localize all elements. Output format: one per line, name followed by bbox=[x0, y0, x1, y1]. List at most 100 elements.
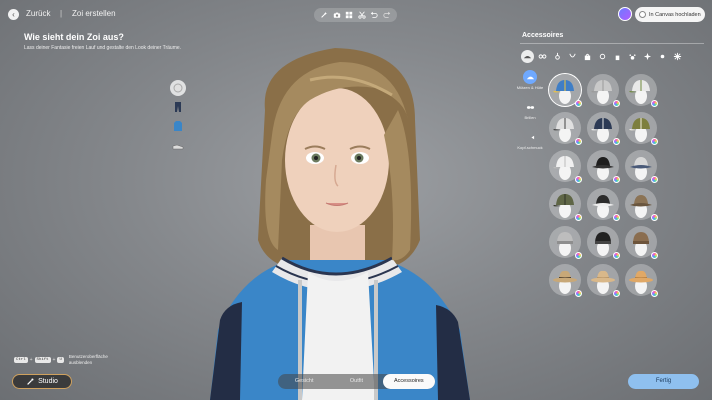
redo-icon[interactable] bbox=[381, 10, 392, 21]
accessory-item-green-white-cap[interactable] bbox=[625, 74, 658, 107]
key-ctrl: Ctrl bbox=[14, 357, 28, 363]
snowflake-icon bbox=[673, 52, 682, 61]
accessory-item-beige-bucket-hat[interactable] bbox=[625, 188, 658, 221]
hat-icon bbox=[523, 70, 537, 84]
category-torso[interactable] bbox=[170, 118, 186, 134]
color-variant-icon[interactable] bbox=[651, 138, 658, 145]
top-bar: ‹ Zurück | Zoi erstellen In Canvas hochl… bbox=[0, 0, 712, 30]
category-feet[interactable] bbox=[170, 137, 186, 153]
accessory-item-check-bucket-hat[interactable] bbox=[625, 150, 658, 183]
color-variant-icon[interactable] bbox=[575, 290, 582, 297]
color-variant-icon[interactable] bbox=[613, 290, 620, 297]
plus-sign: + bbox=[52, 357, 56, 363]
subtab-hats[interactable] bbox=[521, 50, 534, 63]
color-variant-icon[interactable] bbox=[651, 100, 658, 107]
brush-icon bbox=[27, 378, 34, 385]
color-variant-icon[interactable] bbox=[613, 138, 620, 145]
color-variant-icon[interactable] bbox=[651, 252, 658, 259]
sun-icon bbox=[660, 54, 665, 59]
color-variant-icon[interactable] bbox=[651, 214, 658, 221]
edit-toolbar bbox=[314, 8, 397, 22]
side-item-label: Kopf-schmuck bbox=[517, 145, 543, 150]
subtab-wrist[interactable] bbox=[596, 50, 609, 63]
studio-label: Studio bbox=[38, 378, 58, 385]
subtab-pets[interactable] bbox=[626, 50, 639, 63]
accessory-item-grey-cap[interactable] bbox=[587, 74, 620, 107]
earring-icon bbox=[555, 52, 560, 60]
subtab-earrings[interactable] bbox=[551, 50, 564, 63]
color-variant-icon[interactable] bbox=[651, 176, 658, 183]
accessory-subtabs bbox=[521, 50, 705, 64]
accessory-item-navy-cap[interactable] bbox=[587, 112, 620, 145]
wand-icon[interactable] bbox=[319, 10, 330, 21]
back-arrow-icon[interactable]: ‹ bbox=[8, 9, 19, 20]
studio-button[interactable]: Studio bbox=[12, 374, 72, 389]
subtab-bags[interactable] bbox=[581, 50, 594, 63]
undo-icon[interactable] bbox=[369, 10, 380, 21]
keyboard-shortcut-hint: Ctrl + Shift + U Benutzeroberfläche ausb… bbox=[14, 354, 109, 366]
user-avatar[interactable] bbox=[618, 7, 632, 21]
accessory-item-camo-cap[interactable] bbox=[549, 188, 582, 221]
glove-icon bbox=[615, 55, 620, 61]
shoe-icon bbox=[172, 144, 184, 150]
breadcrumb: Zoi erstellen bbox=[72, 9, 116, 18]
accessory-item-light-cap[interactable] bbox=[549, 150, 582, 183]
subtab-necklace[interactable] bbox=[566, 50, 579, 63]
color-variant-icon[interactable] bbox=[613, 214, 620, 221]
accessory-item-floral-bucket-hat[interactable] bbox=[587, 188, 620, 221]
side-item-headpiece[interactable]: Kopf-schmuck bbox=[516, 130, 544, 150]
color-variant-icon[interactable] bbox=[613, 176, 620, 183]
color-variant-icon[interactable] bbox=[613, 252, 620, 259]
color-variant-icon[interactable] bbox=[575, 176, 582, 183]
tab-face[interactable]: Gesicht bbox=[278, 374, 330, 389]
accessory-item-olive-cap[interactable] bbox=[625, 112, 658, 145]
side-item-label: Brillen bbox=[524, 115, 536, 120]
subtab-light[interactable] bbox=[656, 50, 669, 63]
color-variant-icon[interactable] bbox=[575, 214, 582, 221]
back-button[interactable]: Zurück bbox=[26, 9, 50, 18]
glasses-icon bbox=[538, 54, 547, 59]
upload-to-canvas-button[interactable]: In Canvas hochladen bbox=[635, 7, 705, 22]
camera-icon[interactable] bbox=[331, 10, 342, 21]
subtab-effects[interactable] bbox=[641, 50, 654, 63]
page-subtitle: Lass deiner Fantasie freien Lauf und ges… bbox=[24, 45, 182, 51]
color-variant-icon[interactable] bbox=[575, 252, 582, 259]
hat-icon bbox=[523, 56, 532, 59]
accessory-grid bbox=[549, 74, 663, 297]
grid-icon[interactable] bbox=[344, 10, 355, 21]
done-button[interactable]: Fertig bbox=[628, 374, 699, 389]
accessory-item-blue-cap[interactable] bbox=[549, 74, 582, 107]
accessory-item-orange-hat[interactable] bbox=[625, 264, 658, 297]
pants-icon bbox=[175, 102, 181, 112]
accessory-item-tan-hat[interactable] bbox=[587, 264, 620, 297]
accessory-item-black-bucket-hat[interactable] bbox=[587, 150, 620, 183]
subtab-gloves[interactable] bbox=[611, 50, 624, 63]
side-item-hats[interactable]: Mützen & Hüte bbox=[516, 70, 544, 90]
color-variant-icon[interactable] bbox=[575, 138, 582, 145]
tab-outfit[interactable]: Outfit bbox=[330, 374, 382, 389]
subtab-glasses[interactable] bbox=[536, 50, 549, 63]
breadcrumb-separator: | bbox=[60, 9, 63, 18]
accessory-item-black-beanie[interactable] bbox=[587, 226, 620, 259]
canvas-button-label: In Canvas hochladen bbox=[649, 11, 701, 18]
category-strip bbox=[170, 80, 188, 156]
page-title: Wie sieht dein Zoi aus? bbox=[24, 32, 124, 42]
avatar-preview[interactable] bbox=[170, 40, 500, 400]
subtab-snow[interactable] bbox=[671, 50, 684, 63]
color-variant-icon[interactable] bbox=[575, 100, 582, 107]
color-variant-icon[interactable] bbox=[651, 290, 658, 297]
shortcut-description: Benutzeroberfläche ausblenden bbox=[68, 354, 108, 365]
color-variant-icon[interactable] bbox=[613, 100, 620, 107]
category-legs[interactable] bbox=[170, 99, 186, 115]
category-head[interactable] bbox=[170, 80, 186, 96]
tab-accessories[interactable]: Accessoires bbox=[382, 374, 435, 389]
jacket-icon bbox=[174, 121, 182, 131]
necklace-icon bbox=[569, 53, 576, 58]
scissors-icon[interactable] bbox=[356, 10, 367, 21]
accessory-item-patterned-cap[interactable] bbox=[549, 112, 582, 145]
accessory-item-brown-beanie[interactable] bbox=[625, 226, 658, 259]
side-item-glasses[interactable]: Brillen bbox=[516, 100, 544, 120]
accessory-item-grey-beanie[interactable] bbox=[549, 226, 582, 259]
bag-icon bbox=[584, 53, 591, 61]
accessory-item-straw-hat[interactable] bbox=[549, 264, 582, 297]
